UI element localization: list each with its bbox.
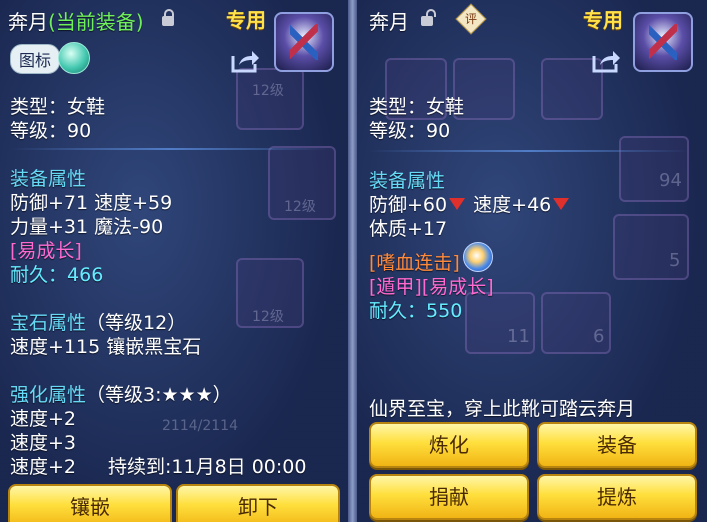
defense-stat: 防御+60: [369, 194, 448, 216]
unlocked-icon[interactable]: [421, 9, 436, 26]
divider-line: [10, 148, 330, 150]
gem-attr-header: 宝石属性: [10, 312, 87, 334]
durability-value: 466: [67, 264, 104, 286]
inlay-button[interactable]: 镶嵌: [8, 484, 172, 522]
bg-item-count: 5: [669, 250, 681, 271]
icon-badge-label[interactable]: 图标: [10, 44, 61, 74]
bg-hp-text: 2114/2114: [162, 418, 238, 434]
gem-attr-row: 宝石属性（等级12）: [10, 308, 186, 335]
item-title: 奔月(当前装备): [8, 6, 144, 35]
compare-equipment-panel: 94 5 11 6 奔月 评 专用 类型：女鞋 等级：90 装备属性 防御+60…: [357, 0, 707, 522]
exclusive-label: 专用: [226, 8, 266, 32]
constitution-stat: 体质+17: [369, 218, 448, 240]
donate-button[interactable]: 捐献: [369, 474, 529, 520]
share-icon[interactable]: [591, 48, 621, 74]
skill-tag: [嗜血连击]: [369, 252, 460, 274]
item-type: 类型：女鞋: [10, 96, 106, 118]
item-name: 奔月: [8, 10, 48, 34]
bg-item-slot: [619, 136, 689, 202]
special-tags: [遁甲][易成长]: [369, 276, 494, 298]
flavor-text: 仙界至宝，穿上此靴可踏云奔月: [369, 398, 636, 420]
bg-item-level: 12级: [252, 83, 284, 99]
unequip-button[interactable]: 卸下: [176, 484, 340, 522]
equip-attr-header: 装备属性: [10, 168, 87, 190]
equip-stat-line: 力量+31 魔法-90: [10, 216, 164, 238]
share-icon[interactable]: [230, 48, 260, 74]
equip-stat-row: 防御+60 速度+46: [369, 190, 571, 217]
enhance-stat-line: 速度+2: [10, 408, 77, 430]
item-name: 奔月: [369, 10, 409, 34]
item-level: 等级：90: [10, 120, 92, 142]
lock-icon[interactable]: [162, 9, 174, 26]
equip-stat-line: 防御+71 速度+59: [10, 192, 173, 214]
enhance-stat-line: 速度+3: [10, 432, 77, 454]
durability-label: 耐久：: [369, 300, 427, 322]
durability-label: 耐久：: [10, 264, 68, 286]
enhance-stat-line: 速度+2: [10, 456, 77, 478]
durability-value: 550: [426, 300, 463, 322]
bg-item-level: 12级: [284, 199, 316, 215]
decrease-arrow-icon: [553, 197, 570, 210]
item-level: 等级：90: [369, 120, 451, 142]
enhance-attr-header: 强化属性: [10, 384, 87, 406]
bg-item-count: 6: [593, 326, 605, 347]
gem-level: （等级12）: [86, 312, 187, 334]
exclusive-label: 专用: [583, 8, 623, 32]
skill-swirl-icon[interactable]: [463, 242, 493, 272]
enhance-duration: 持续到:11月8日 00:00: [108, 456, 307, 478]
enhance-level: （等级3:★★★）: [86, 384, 232, 406]
item-type: 类型：女鞋: [369, 96, 465, 118]
review-icon[interactable]: 评: [455, 3, 487, 35]
panel-divider: [348, 0, 357, 522]
gem-orb-icon[interactable]: [58, 42, 90, 74]
equip-attr-header: 装备属性: [369, 170, 446, 192]
current-equipment-panel: 12级 12级 12级 2114/2114 奔月(当前装备) 专用 图标 类型：…: [0, 0, 348, 522]
current-equip-tag: (当前装备): [48, 10, 144, 34]
bg-item-level: 12级: [252, 309, 284, 325]
enhance-attr-row: 强化属性（等级3:★★★）: [10, 380, 232, 407]
growth-tag: [易成长]: [10, 240, 82, 262]
item-portrait-icon: [633, 12, 693, 72]
item-portrait-icon: [274, 12, 334, 72]
refine-button[interactable]: 炼化: [369, 422, 529, 468]
extract-button[interactable]: 提炼: [537, 474, 697, 520]
divider-line: [369, 150, 689, 152]
bg-item-count: 11: [507, 326, 530, 347]
speed-stat: 速度+46: [473, 194, 552, 216]
durability: 耐久：550: [369, 296, 462, 323]
equip-button[interactable]: 装备: [537, 422, 697, 468]
durability: 耐久：466: [10, 260, 103, 287]
review-label: 评: [464, 12, 477, 26]
decrease-arrow-icon: [449, 197, 466, 210]
gem-stat-line: 速度+115 镶嵌黑宝石: [10, 336, 202, 358]
bg-item-count: 94: [659, 170, 682, 191]
